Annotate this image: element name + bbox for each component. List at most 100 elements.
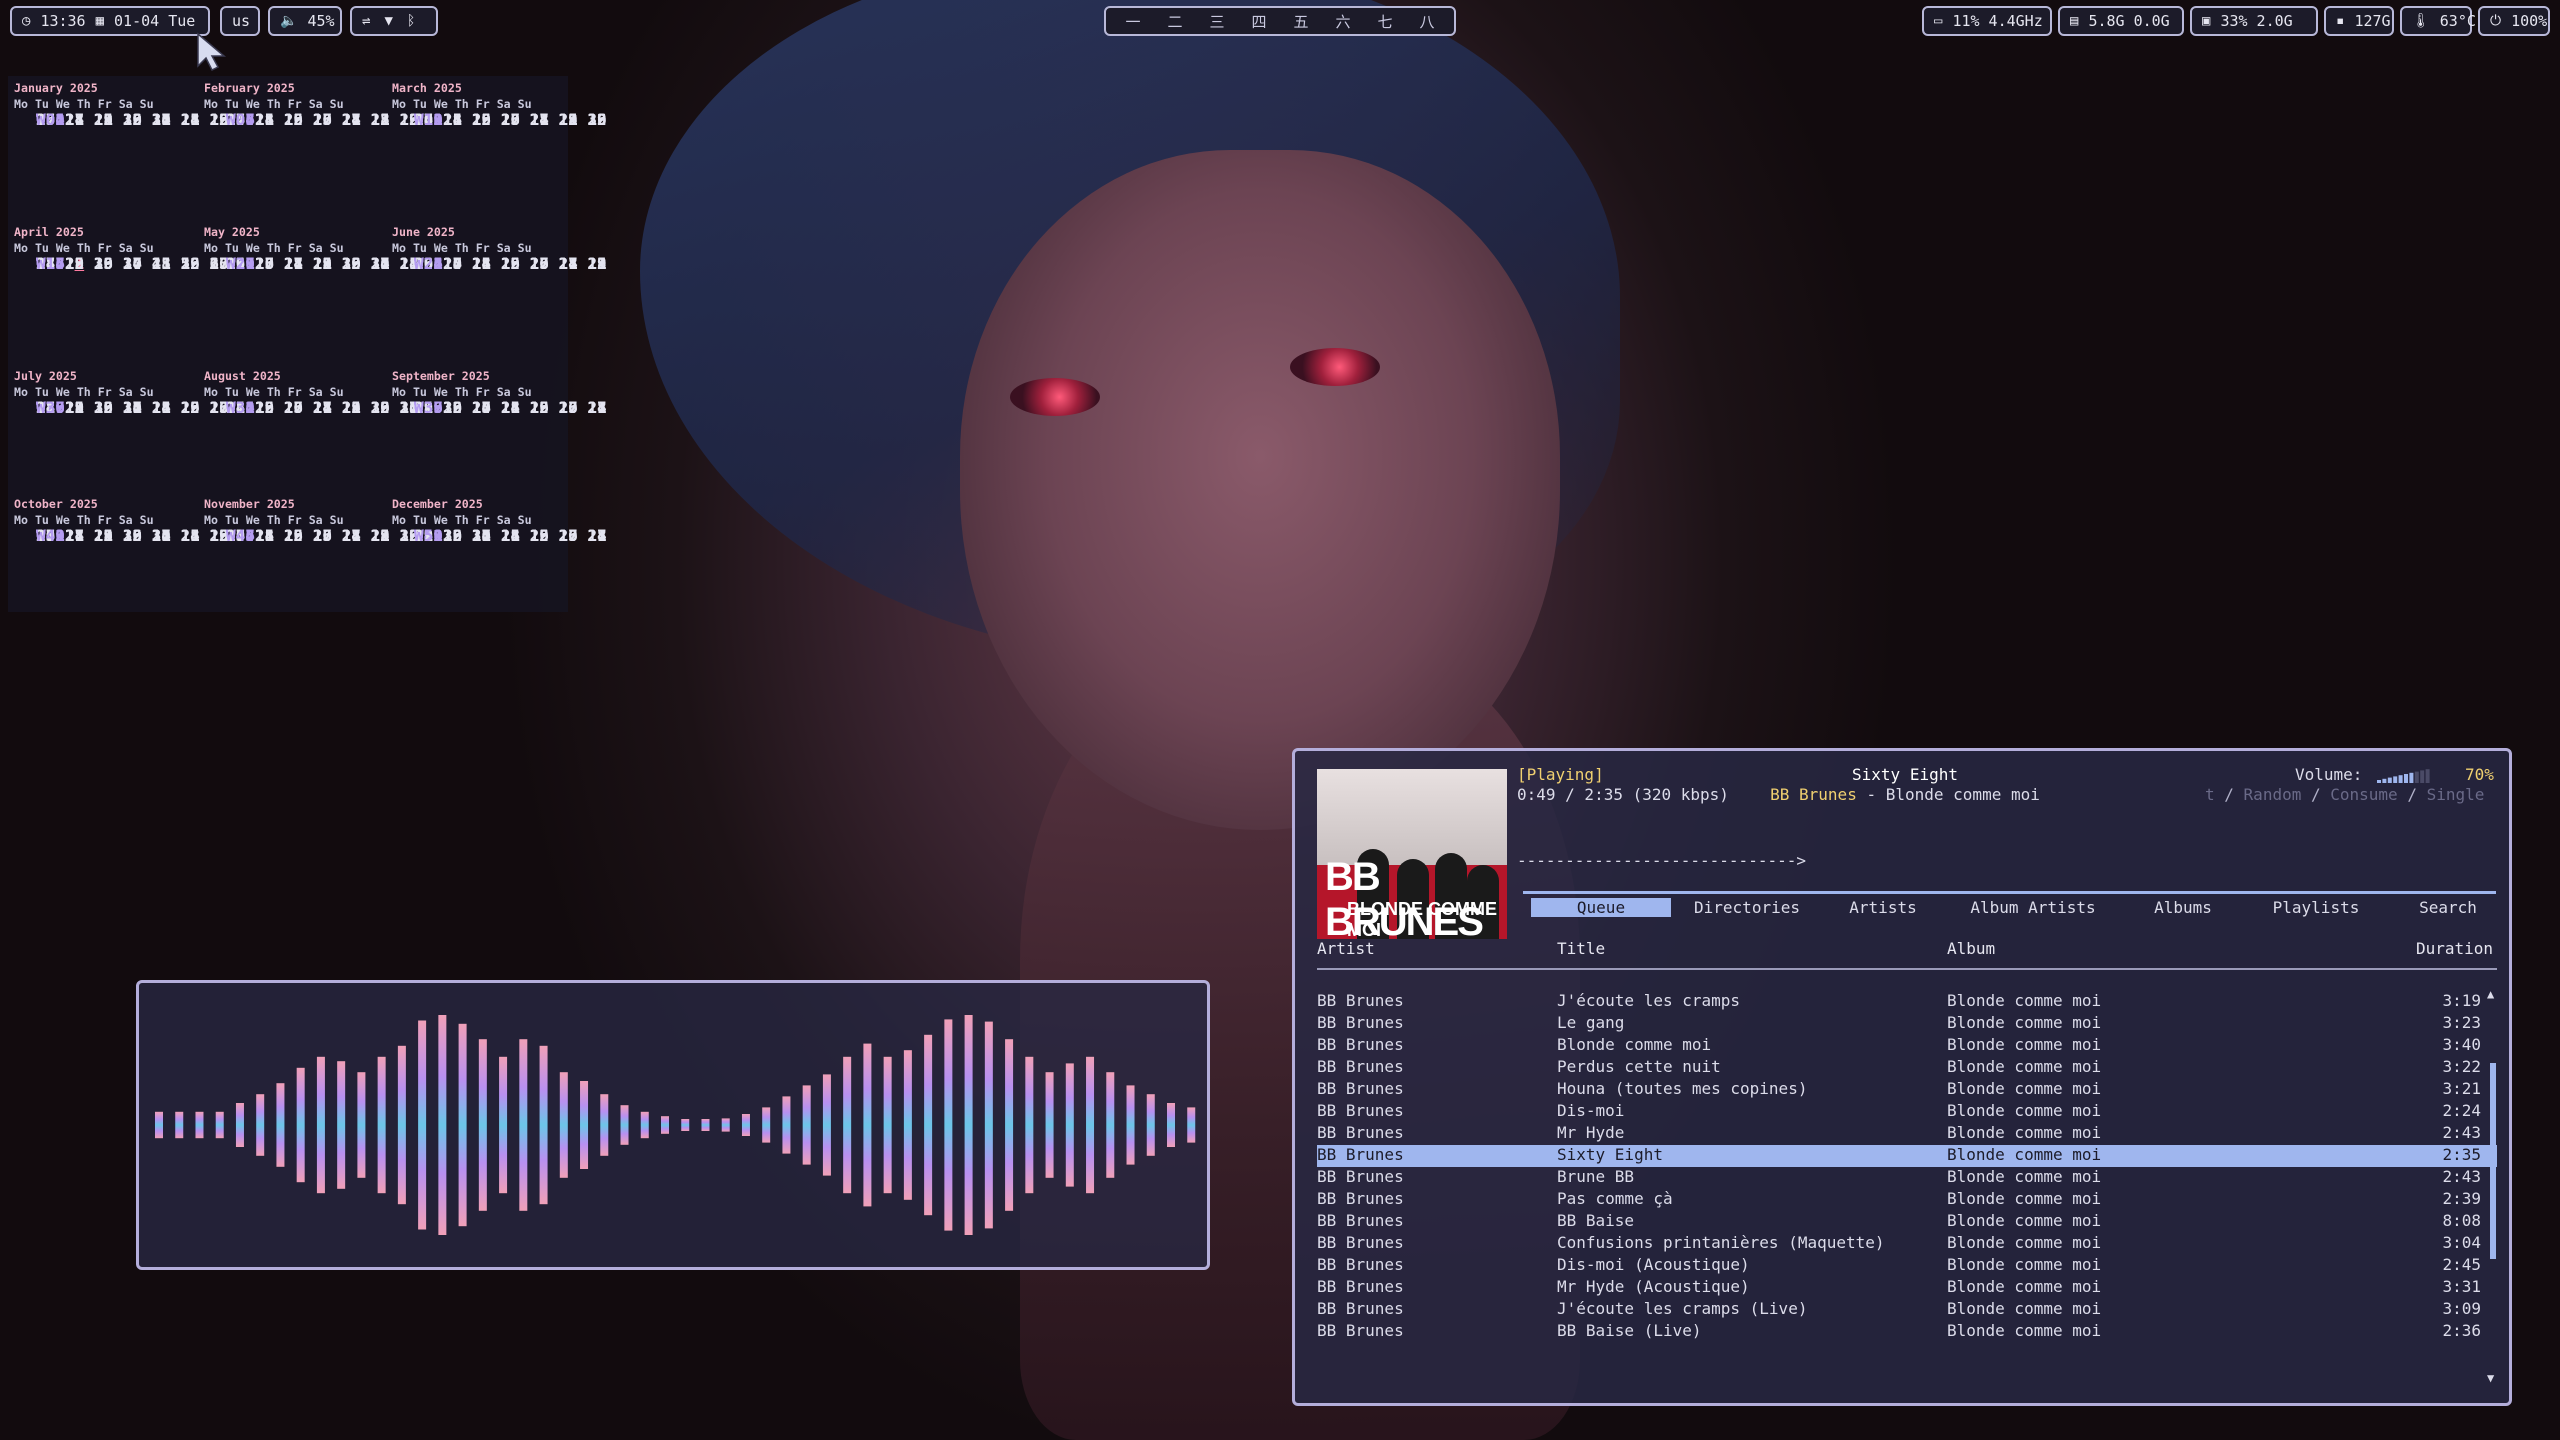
track-duration: 2:43 bbox=[2442, 1123, 2481, 1142]
disk-widget[interactable]: ▪ 127G bbox=[2324, 6, 2394, 36]
track-duration: 3:04 bbox=[2442, 1233, 2481, 1252]
track-row[interactable]: BB Brunes Confusions printanières (Maquet… bbox=[1317, 1233, 2497, 1255]
workspace-6[interactable]: 六 bbox=[1322, 11, 1364, 32]
mouse-cursor-icon bbox=[197, 32, 227, 72]
memory-widget[interactable]: ▤ 5.8G 0.0G bbox=[2058, 6, 2184, 36]
volume-widget[interactable]: 🔈 45% bbox=[268, 6, 342, 36]
mode-consume[interactable]: Consume bbox=[2330, 785, 2397, 804]
track-row[interactable]: BB Brunes Dis-moi Blonde comme moi 2:24 bbox=[1317, 1101, 2497, 1123]
calendar-days: 31 bbox=[414, 110, 617, 129]
calendar-month-title: October 2025 bbox=[14, 497, 98, 511]
tab-artists[interactable]: Artists bbox=[1833, 898, 1933, 917]
track-album: Blonde comme moi bbox=[1947, 1101, 2102, 1120]
track-row[interactable]: BB Brunes Perdus cette nuit Blonde comme m… bbox=[1317, 1057, 2497, 1079]
tab-search[interactable]: Search bbox=[2403, 898, 2493, 917]
track-row[interactable]: BB Brunes Brune BB Blonde comme moi 2:43 bbox=[1317, 1167, 2497, 1189]
track-row[interactable]: BB Brunes Blonde comme moi Blonde comme mo… bbox=[1317, 1035, 2497, 1057]
calendar-month: July 2025 Mo Tu We Th Fr Sa Su 1 2 3 4 5 … bbox=[14, 368, 229, 416]
workspace-7[interactable]: 七 bbox=[1364, 11, 1406, 32]
workspace-5[interactable]: 五 bbox=[1280, 11, 1322, 32]
battery-widget[interactable]: ⏻ 100% bbox=[2478, 6, 2550, 36]
cpu-widget[interactable]: ▭ 11% 4.4GHz bbox=[1922, 6, 2052, 36]
power-icon: ⏻ bbox=[2490, 13, 2502, 29]
calendar-week-number: W52 bbox=[414, 526, 443, 545]
track-row[interactable]: BB Brunes Sixty Eight Blonde comme moi 2:35 bbox=[1317, 1145, 2497, 1167]
column-header-artist[interactable]: Artist bbox=[1317, 939, 1375, 958]
mode-random[interactable]: Random bbox=[2244, 785, 2302, 804]
track-artist: BB Brunes bbox=[1317, 1035, 1404, 1054]
mode-t[interactable]: t bbox=[2205, 785, 2215, 804]
calendar-month: May 2025 Mo Tu We Th Fr Sa Su 1 2 3 4 W17… bbox=[204, 224, 419, 272]
calendar-month-title: July 2025 bbox=[14, 369, 77, 383]
calendar-week-number: W43 bbox=[36, 526, 65, 545]
calendar-week-number: W21 bbox=[226, 254, 255, 273]
workspace-8[interactable]: 八 bbox=[1406, 11, 1448, 32]
now-playing-album: Blonde comme moi bbox=[1885, 785, 2040, 804]
tab-playlists[interactable]: Playlists bbox=[2251, 898, 2381, 917]
clock-time: 13:36 bbox=[40, 12, 86, 30]
visualizer-bar bbox=[721, 1118, 730, 1132]
playlist-scrollbar[interactable]: ▲ ▼ bbox=[2487, 987, 2499, 1385]
clock-icon: ◷ bbox=[22, 13, 31, 29]
track-row[interactable]: BB Brunes Mr Hyde (Acoustique) Blonde comm… bbox=[1317, 1277, 2497, 1299]
track-title: Sixty Eight bbox=[1557, 1145, 1663, 1164]
tab-queue[interactable]: Queue bbox=[1531, 898, 1671, 917]
visualizer-bar bbox=[195, 1111, 204, 1139]
ncmpcpp-window[interactable]: BB BRUNES BLONDE COMME MOI [Playing] 0:4… bbox=[1292, 748, 2512, 1406]
track-title: BB Baise bbox=[1557, 1211, 1635, 1230]
workspace-switcher[interactable]: 一二三四五六七八 bbox=[1104, 6, 1456, 36]
visualizer-bar bbox=[661, 1116, 669, 1134]
tab-album-artists[interactable]: Album Artists bbox=[1953, 898, 2113, 917]
tab-bar[interactable]: Queue Directories Artists Album Artists Albu… bbox=[1523, 891, 2496, 920]
workspace-4[interactable]: 四 bbox=[1238, 11, 1280, 32]
track-artist: BB Brunes bbox=[1317, 1255, 1404, 1274]
track-artist: BB Brunes bbox=[1317, 1167, 1404, 1186]
column-header-title[interactable]: Title bbox=[1557, 939, 1605, 958]
track-row[interactable]: BB Brunes Dis-moi (Acoustique) Blonde comm… bbox=[1317, 1255, 2497, 1277]
scroll-up-icon[interactable]: ▲ bbox=[2487, 987, 2494, 1001]
network-widget[interactable]: ⇌ ▼ ᛒ bbox=[350, 6, 438, 36]
calendar-week-number: W08 bbox=[226, 110, 255, 129]
track-row[interactable]: BB Brunes Mr Hyde Blonde comme moi 2:43 bbox=[1317, 1123, 2497, 1145]
visualizer-bar bbox=[924, 1034, 933, 1216]
scroll-down-icon[interactable]: ▼ bbox=[2487, 1371, 2494, 1385]
workspace-2[interactable]: 二 bbox=[1154, 11, 1196, 32]
temperature-widget[interactable]: 🌡 63°C bbox=[2400, 6, 2476, 36]
workspace-1[interactable]: 一 bbox=[1112, 11, 1154, 32]
visualizer-bar bbox=[580, 1081, 589, 1169]
track-artist: BB Brunes bbox=[1317, 1057, 1404, 1076]
track-artist: BB Brunes bbox=[1317, 1123, 1404, 1142]
track-artist: BB Brunes bbox=[1317, 1145, 1404, 1164]
track-row[interactable]: BB Brunes BB Baise Blonde comme moi 8:08 bbox=[1317, 1211, 2497, 1233]
track-row[interactable]: BB Brunes BB Baise (Live) Blonde comme moi… bbox=[1317, 1321, 2497, 1343]
mode-single[interactable]: Single bbox=[2427, 785, 2485, 804]
track-row[interactable]: BB Brunes Le gang Blonde comme moi 3:23 bbox=[1317, 1013, 2497, 1035]
clock-widget[interactable]: ◷ 13:36 ▦ 01-04 Tue bbox=[10, 6, 210, 36]
calendar-week-number: W04 bbox=[36, 110, 65, 129]
visualizer-bar bbox=[620, 1105, 629, 1145]
calendar-month: November 2025 Mo Tu We Th Fr Sa Su 1 2 W4… bbox=[204, 496, 419, 544]
column-divider bbox=[1317, 968, 2497, 970]
track-duration: 2:45 bbox=[2442, 1255, 2481, 1274]
track-row[interactable]: BB Brunes J'écoute les cramps Blonde comme… bbox=[1317, 991, 2497, 1013]
track-duration: 3:31 bbox=[2442, 1277, 2481, 1296]
track-duration: 8:08 bbox=[2442, 1211, 2481, 1230]
workspace-3[interactable]: 三 bbox=[1196, 11, 1238, 32]
track-row[interactable]: BB Brunes J'écoute les cramps (Live) Blond… bbox=[1317, 1299, 2497, 1321]
scrollbar-thumb[interactable] bbox=[2490, 1063, 2496, 1259]
visualizer-bar bbox=[1005, 1039, 1014, 1211]
tab-directories[interactable]: Directories bbox=[1677, 898, 1817, 917]
volume-meter[interactable] bbox=[2377, 767, 2433, 783]
calendar-week-row: 31 W13 bbox=[414, 112, 1594, 134]
visualizer-bar bbox=[944, 1019, 953, 1231]
column-header-duration[interactable]: Duration bbox=[2416, 939, 2493, 958]
bluetooth-icon: ᛒ bbox=[406, 13, 416, 29]
tab-albums[interactable]: Albums bbox=[2133, 898, 2233, 917]
track-row[interactable]: BB Brunes Houna (toutes mes copines) Blond… bbox=[1317, 1079, 2497, 1101]
track-row[interactable]: BB Brunes Pas comme çà Blonde comme moi 2:3… bbox=[1317, 1189, 2497, 1211]
track-duration: 3:21 bbox=[2442, 1079, 2481, 1098]
column-header-album[interactable]: Album bbox=[1947, 939, 1995, 958]
progress-bar[interactable]: -----------------------------> bbox=[1517, 851, 1806, 870]
gpu-widget[interactable]: ▣ 33% 2.0G bbox=[2190, 6, 2318, 36]
playback-modes[interactable]: t / Random / Consume / Single bbox=[2205, 785, 2484, 804]
